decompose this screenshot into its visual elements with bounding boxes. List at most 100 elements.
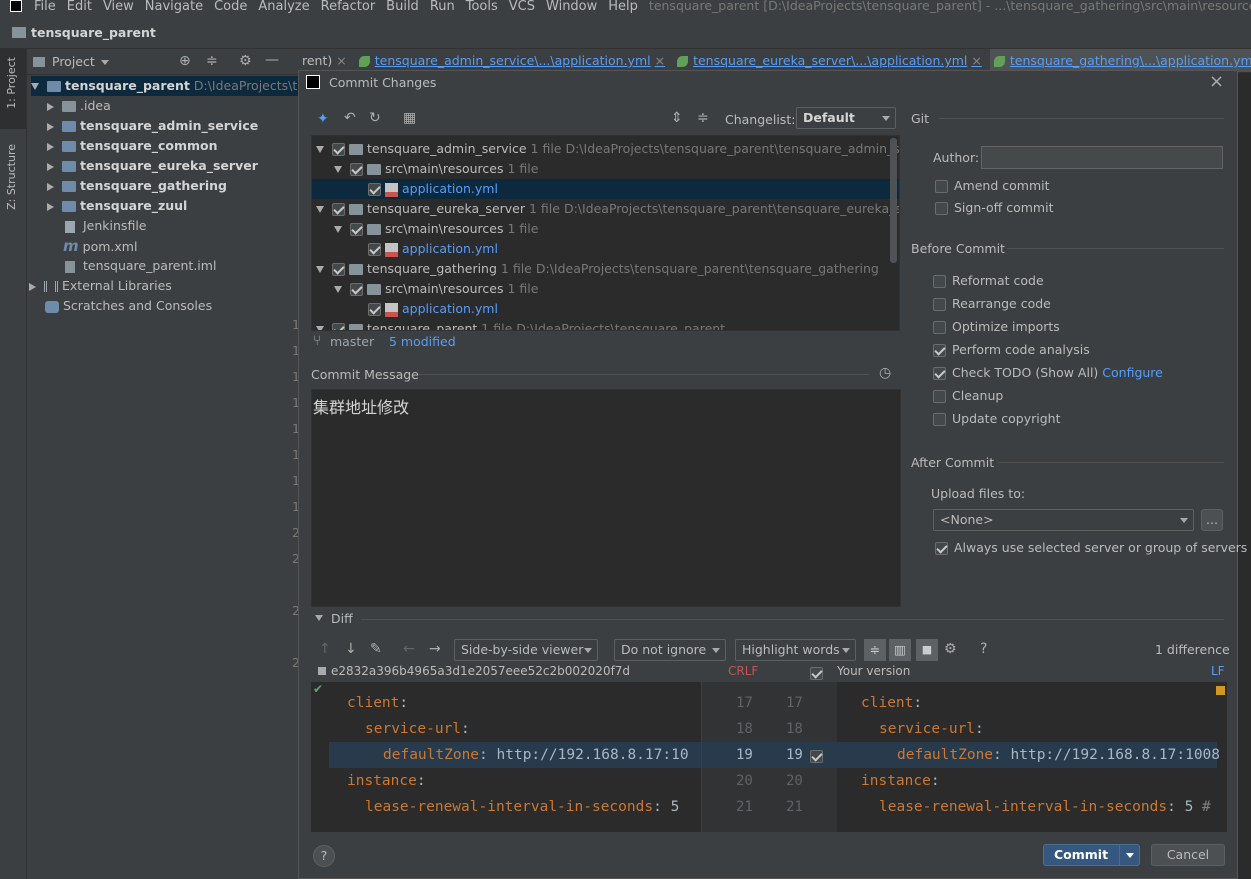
tree-row-module[interactable]: tensquare_parent 1 file D:\IdeaProjects\… (312, 319, 899, 330)
author-input[interactable] (981, 146, 1223, 169)
menu-tools[interactable]: Tools (466, 0, 498, 13)
ignore-whitespace-select[interactable]: Do not ignore (614, 639, 726, 661)
amend-commit-checkbox[interactable]: Amend commit (935, 176, 1050, 196)
diff-collapse-icon[interactable] (315, 615, 323, 621)
upload-server-select[interactable]: <None> (933, 509, 1194, 531)
collapse-all-icon[interactable]: ≑ (206, 53, 218, 69)
left-eol[interactable]: CRLF (728, 664, 758, 678)
check-todo-checkbox[interactable]: Check TODO (Show All) Configure (933, 363, 1163, 383)
menu-window[interactable]: Window (546, 0, 597, 13)
right-eol[interactable]: LF (1211, 664, 1225, 678)
update-copyright-checkbox[interactable]: Update copyright (933, 409, 1060, 429)
refresh-icon[interactable]: ↻ (369, 110, 381, 126)
include-checkbox[interactable] (332, 263, 345, 276)
help-button[interactable]: ? (313, 845, 335, 867)
tree-item-iml[interactable]: tensquare_parent.iml (65, 256, 216, 276)
modified-count[interactable]: 5 modified (389, 334, 456, 349)
tree-scrollbar[interactable] (890, 138, 897, 263)
include-checkbox[interactable] (350, 163, 363, 176)
diff-settings-gear-icon[interactable]: ⚙ (944, 641, 957, 657)
structure-tool-tab[interactable]: Z: Structure (5, 144, 18, 210)
lock-icon[interactable]: ■ (916, 639, 938, 661)
menu-refactor[interactable]: Refactor (321, 0, 376, 13)
tree-row-folder[interactable]: src\main\resources 1 file (312, 219, 899, 239)
rearrange-code-checkbox[interactable]: Rearrange code (933, 294, 1051, 314)
tree-item-idea[interactable]: .idea (47, 96, 111, 116)
tree-item-pom[interactable]: m pom.xml (63, 236, 137, 256)
project-tool-tab[interactable]: 1: Project (5, 57, 18, 109)
menu-view[interactable]: View (103, 0, 134, 13)
gear-icon[interactable]: ⚙ (239, 53, 252, 69)
collapse-all-icon[interactable]: ≑ (697, 110, 709, 126)
sign-off-checkbox[interactable]: Sign-off commit (935, 198, 1054, 218)
menu-file[interactable]: File (34, 0, 56, 13)
include-checkbox[interactable] (332, 143, 345, 156)
collapse-unchanged-icon[interactable]: ≑ (864, 639, 886, 661)
menu-vcs[interactable]: VCS (509, 0, 535, 13)
group-by-icon[interactable]: ▦ (403, 110, 416, 126)
show-diff-icon[interactable]: ✦ (317, 111, 329, 127)
cancel-button[interactable]: Cancel (1151, 844, 1225, 866)
diff-help-icon[interactable]: ? (980, 641, 987, 657)
tree-item-zuul[interactable]: tensquare_zuul (47, 196, 187, 216)
include-checkbox[interactable] (368, 183, 381, 196)
viewer-select[interactable]: Side-by-side viewer (454, 639, 598, 661)
browse-servers-button[interactable]: ... (1201, 509, 1223, 531)
menu-code[interactable]: Code (214, 0, 247, 13)
tree-row-folder[interactable]: src\main\resources 1 file (312, 279, 899, 299)
next-file-icon[interactable]: → (429, 641, 441, 657)
menu-build[interactable]: Build (386, 0, 419, 13)
close-icon[interactable]: × (1209, 71, 1224, 92)
tree-row-module[interactable]: tensquare_admin_service 1 file D:\IdeaPr… (312, 139, 899, 159)
highlight-select[interactable]: Highlight words (735, 639, 856, 661)
close-tab-icon[interactable]: × (971, 53, 981, 68)
tree-item-gathering[interactable]: tensquare_gathering (47, 176, 227, 196)
sync-scroll-icon[interactable]: ▥ (889, 639, 911, 661)
tree-root[interactable]: tensquare_parent D:\IdeaProjects\ter (31, 76, 310, 96)
tree-item-jenkinsfile[interactable]: Jenkinsfile (65, 216, 146, 236)
expand-all-icon[interactable]: ⇕ (671, 110, 683, 126)
tree-item-external-libraries[interactable]: External Libraries (29, 276, 172, 296)
tree-row-module[interactable]: tensquare_eureka_server 1 file D:\IdeaPr… (312, 199, 899, 219)
close-tab-icon[interactable]: × (336, 53, 346, 68)
include-checkbox[interactable] (368, 243, 381, 256)
hide-icon[interactable]: — (265, 52, 279, 68)
tree-item-admin-service[interactable]: tensquare_admin_service (47, 116, 258, 136)
prev-file-icon[interactable]: ← (403, 641, 415, 657)
close-tab-icon[interactable]: × (655, 53, 665, 68)
tree-row-file[interactable]: application.yml (312, 239, 899, 259)
commit-message-input[interactable]: 集群地址修改 (311, 389, 901, 607)
include-checkbox[interactable] (332, 323, 345, 330)
always-use-server-checkbox[interactable]: Always use selected server or group of s… (935, 538, 1247, 558)
include-change-checkbox[interactable] (810, 665, 823, 680)
optimize-imports-checkbox[interactable]: Optimize imports (933, 317, 1060, 337)
tree-row-file[interactable]: application.yml (312, 179, 899, 199)
menu-analyze[interactable]: Analyze (258, 0, 309, 13)
history-icon[interactable]: ◷ (879, 365, 891, 381)
tree-item-scratches[interactable]: Scratches and Consoles (45, 296, 212, 316)
tree-row-module[interactable]: tensquare_gathering 1 file D:\IdeaProjec… (312, 259, 899, 279)
locate-icon[interactable]: ⊕ (179, 53, 191, 69)
configure-link[interactable]: Configure (1102, 365, 1163, 380)
reformat-code-checkbox[interactable]: Reformat code (933, 271, 1044, 291)
menu-run[interactable]: Run (430, 0, 455, 13)
project-view-selector[interactable]: Project (52, 54, 95, 69)
tree-item-eureka-server[interactable]: tensquare_eureka_server (47, 156, 258, 176)
dropdown-icon[interactable] (101, 60, 109, 65)
include-checkbox[interactable] (332, 203, 345, 216)
menu-edit[interactable]: Edit (67, 0, 92, 13)
prev-difference-icon[interactable]: ↑ (319, 641, 331, 657)
tree-row-folder[interactable]: src\main\resources 1 file (312, 159, 899, 179)
rollback-icon[interactable]: ↶ (344, 110, 356, 126)
diff-left-pane[interactable]: ✔ client: service-url: defaultZone: http… (311, 682, 701, 832)
include-checkbox[interactable] (350, 223, 363, 236)
edit-source-icon[interactable]: ✎ (370, 641, 382, 657)
diff-right-pane[interactable]: client: service-url: defaultZone: http:/… (837, 682, 1227, 832)
next-difference-icon[interactable]: ↓ (345, 641, 357, 657)
tree-row-file[interactable]: application.yml (312, 299, 899, 319)
tree-item-common[interactable]: tensquare_common (47, 136, 218, 156)
perform-code-analysis-checkbox[interactable]: Perform code analysis (933, 340, 1090, 360)
changelist-select[interactable]: Default (796, 107, 896, 129)
commit-button[interactable]: Commit (1043, 844, 1140, 866)
commit-options-icon[interactable] (1119, 845, 1139, 865)
